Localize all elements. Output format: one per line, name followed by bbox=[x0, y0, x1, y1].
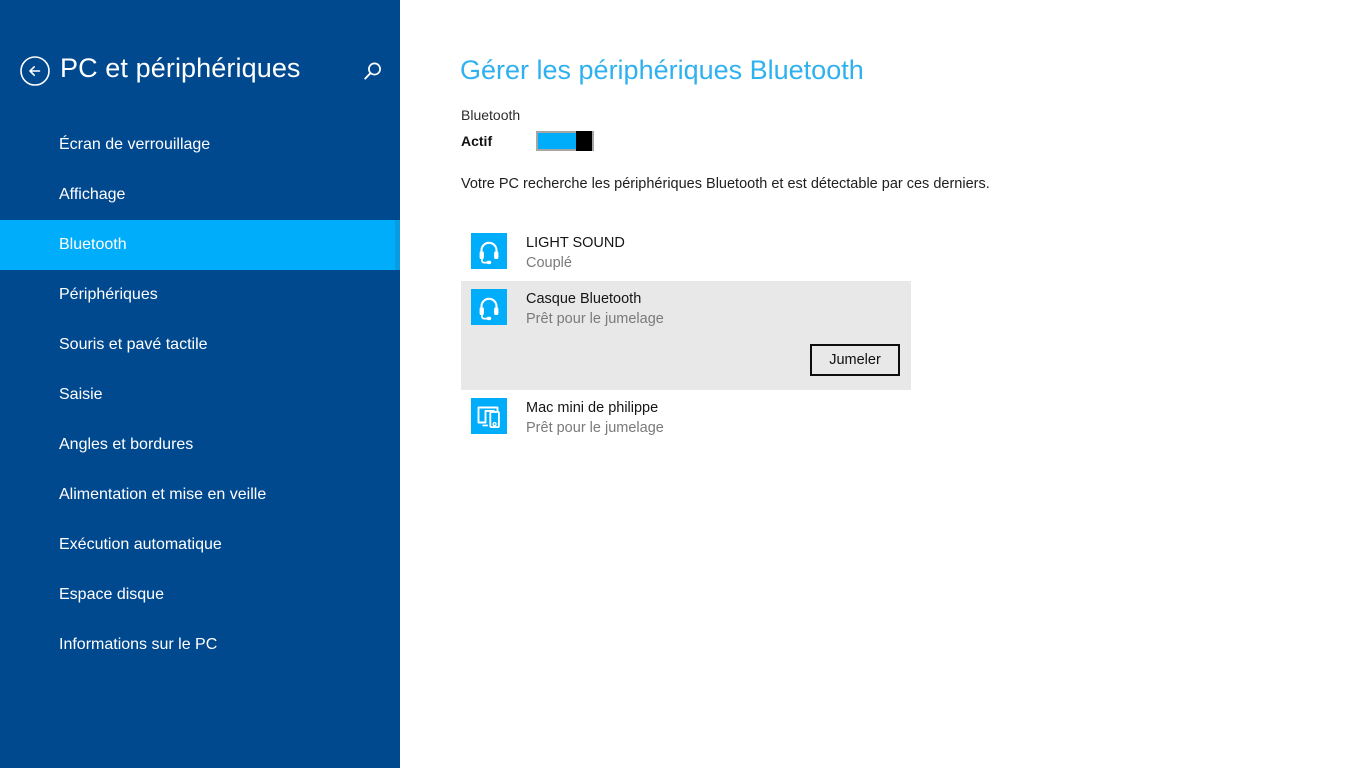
sidebar-item-saisie[interactable]: Saisie bbox=[0, 370, 400, 420]
device-name: Mac mini de philippe bbox=[526, 400, 659, 416]
device-name: Casque Bluetooth bbox=[526, 291, 642, 307]
sidebar-item-bluetooth[interactable]: Bluetooth bbox=[0, 220, 400, 270]
content-pane: Gérer les périphériques Bluetooth Blueto… bbox=[400, 0, 1366, 768]
content-title: Gérer les périphériques Bluetooth bbox=[460, 55, 864, 85]
device-status: Couplé bbox=[526, 255, 572, 271]
back-arrow-icon[interactable] bbox=[19, 55, 51, 87]
sidebar-item-label: Exécution automatique bbox=[59, 536, 222, 553]
sidebar-item-alimentation-et-mise-en-veille[interactable]: Alimentation et mise en veille bbox=[0, 470, 400, 520]
discovery-hint: Votre PC recherche les périphériques Blu… bbox=[461, 176, 990, 192]
device-name: LIGHT SOUND bbox=[526, 235, 625, 251]
device-text: Mac mini de philippe Prêt pour le jumela… bbox=[526, 398, 664, 438]
monitor-phone-icon bbox=[471, 398, 507, 434]
sidebar-item-ecran-de-verrouillage[interactable]: Écran de verrouillage bbox=[0, 120, 400, 170]
device-row[interactable]: Casque Bluetooth Prêt pour le jumelage J… bbox=[461, 281, 911, 390]
sidebar-nav: Écran de verrouillage Affichage Bluetoot… bbox=[0, 120, 400, 670]
sidebar-item-peripheriques[interactable]: Périphériques bbox=[0, 270, 400, 320]
sidebar-item-souris-et-pave-tactile[interactable]: Souris et pavé tactile bbox=[0, 320, 400, 370]
sidebar-item-label: Affichage bbox=[59, 186, 126, 203]
sidebar-item-label: Informations sur le PC bbox=[59, 636, 218, 653]
sidebar-item-affichage[interactable]: Affichage bbox=[0, 170, 400, 220]
sidebar-item-label: Écran de verrouillage bbox=[59, 136, 211, 153]
toggle-fill bbox=[538, 133, 576, 149]
headset-icon bbox=[471, 289, 507, 325]
device-text: Casque Bluetooth Prêt pour le jumelage bbox=[526, 289, 664, 329]
sidebar-item-label: Alimentation et mise en veille bbox=[59, 486, 267, 503]
sidebar-item-angles-et-bordures[interactable]: Angles et bordures bbox=[0, 420, 400, 470]
search-icon[interactable] bbox=[358, 58, 386, 86]
bluetooth-device-list: LIGHT SOUND Couplé Casque Bluetooth Prêt… bbox=[461, 225, 911, 446]
bluetooth-toggle[interactable] bbox=[536, 131, 594, 151]
device-status: Prêt pour le jumelage bbox=[526, 311, 664, 327]
sidebar-item-label: Espace disque bbox=[59, 586, 164, 603]
device-row[interactable]: Mac mini de philippe Prêt pour le jumela… bbox=[461, 390, 911, 446]
device-main: Mac mini de philippe Prêt pour le jumela… bbox=[471, 398, 911, 438]
sidebar-item-label: Angles et bordures bbox=[59, 436, 194, 453]
toggle-thumb[interactable] bbox=[576, 131, 592, 151]
sidebar-item-label: Saisie bbox=[59, 386, 103, 403]
toggle-state-label: Actif bbox=[461, 133, 493, 149]
device-main: LIGHT SOUND Couplé bbox=[471, 233, 911, 273]
device-main: Casque Bluetooth Prêt pour le jumelage bbox=[471, 289, 911, 329]
sidebar-item-label: Bluetooth bbox=[59, 236, 127, 253]
sidebar-item-execution-automatique[interactable]: Exécution automatique bbox=[0, 520, 400, 570]
pair-button[interactable]: Jumeler bbox=[810, 344, 900, 376]
sidebar-item-label: Périphériques bbox=[59, 286, 158, 303]
headset-icon bbox=[471, 233, 507, 269]
bluetooth-toggle-row: Actif bbox=[461, 131, 594, 151]
device-status: Prêt pour le jumelage bbox=[526, 420, 664, 436]
device-action-area: Jumeler bbox=[471, 329, 911, 382]
sidebar-item-informations-sur-le-pc[interactable]: Informations sur le PC bbox=[0, 620, 400, 670]
device-row[interactable]: LIGHT SOUND Couplé bbox=[461, 225, 911, 281]
device-text: LIGHT SOUND Couplé bbox=[526, 233, 625, 273]
page-title: PC et périphériques bbox=[60, 53, 301, 83]
sidebar: PC et périphériques Écran de verrouillag… bbox=[0, 0, 400, 768]
sidebar-item-espace-disque[interactable]: Espace disque bbox=[0, 570, 400, 620]
settings-window: PC et périphériques Écran de verrouillag… bbox=[0, 0, 1366, 768]
bluetooth-label: Bluetooth bbox=[461, 107, 521, 123]
sidebar-item-label: Souris et pavé tactile bbox=[59, 336, 208, 353]
